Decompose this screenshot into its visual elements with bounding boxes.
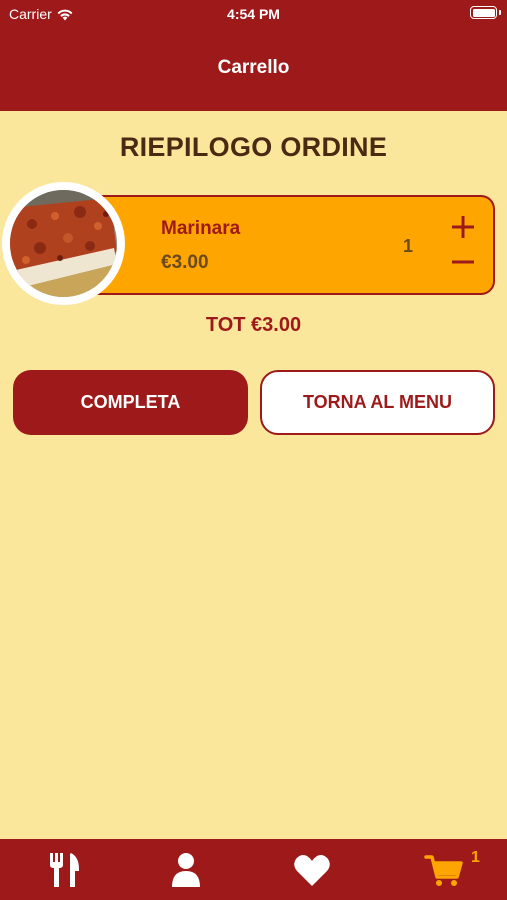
cart-icon (424, 855, 463, 886)
battery-icon (470, 6, 497, 19)
navigation-header: Carrier 4:54 PM Carrello (0, 0, 507, 111)
complete-order-button[interactable]: COMPLETA (13, 370, 248, 435)
item-quantity: 1 (403, 236, 414, 256)
status-time: 4:54 PM (227, 6, 280, 22)
plus-icon (452, 216, 474, 238)
page-title: Carrello (217, 57, 290, 78)
tab-menu[interactable] (44, 851, 84, 889)
tab-cart[interactable] (424, 851, 464, 889)
item-name: Marinara (161, 218, 241, 239)
order-summary-title: RIEPILOGO ORDINE (119, 132, 388, 162)
heart-icon (294, 855, 330, 886)
cart-badge: 1 (471, 849, 480, 866)
fork-knife-icon (50, 853, 79, 887)
minus-icon (452, 260, 474, 264)
pizza-marinara-photo (10, 190, 117, 297)
order-total: TOT €3.00 (205, 314, 302, 336)
item-photo (2, 182, 125, 305)
back-to-menu-button[interactable]: TORNA AL MENU (260, 370, 495, 435)
battery-tip (499, 10, 501, 15)
tab-account[interactable] (166, 851, 206, 889)
increase-quantity-button[interactable] (448, 212, 478, 242)
item-price: €3.00 (161, 252, 209, 273)
status-bar: Carrier 4:54 PM (0, 0, 507, 30)
user-icon (172, 853, 200, 887)
tab-bar (0, 839, 507, 900)
decrease-quantity-button[interactable] (448, 247, 478, 277)
tab-favorites[interactable] (292, 851, 332, 889)
